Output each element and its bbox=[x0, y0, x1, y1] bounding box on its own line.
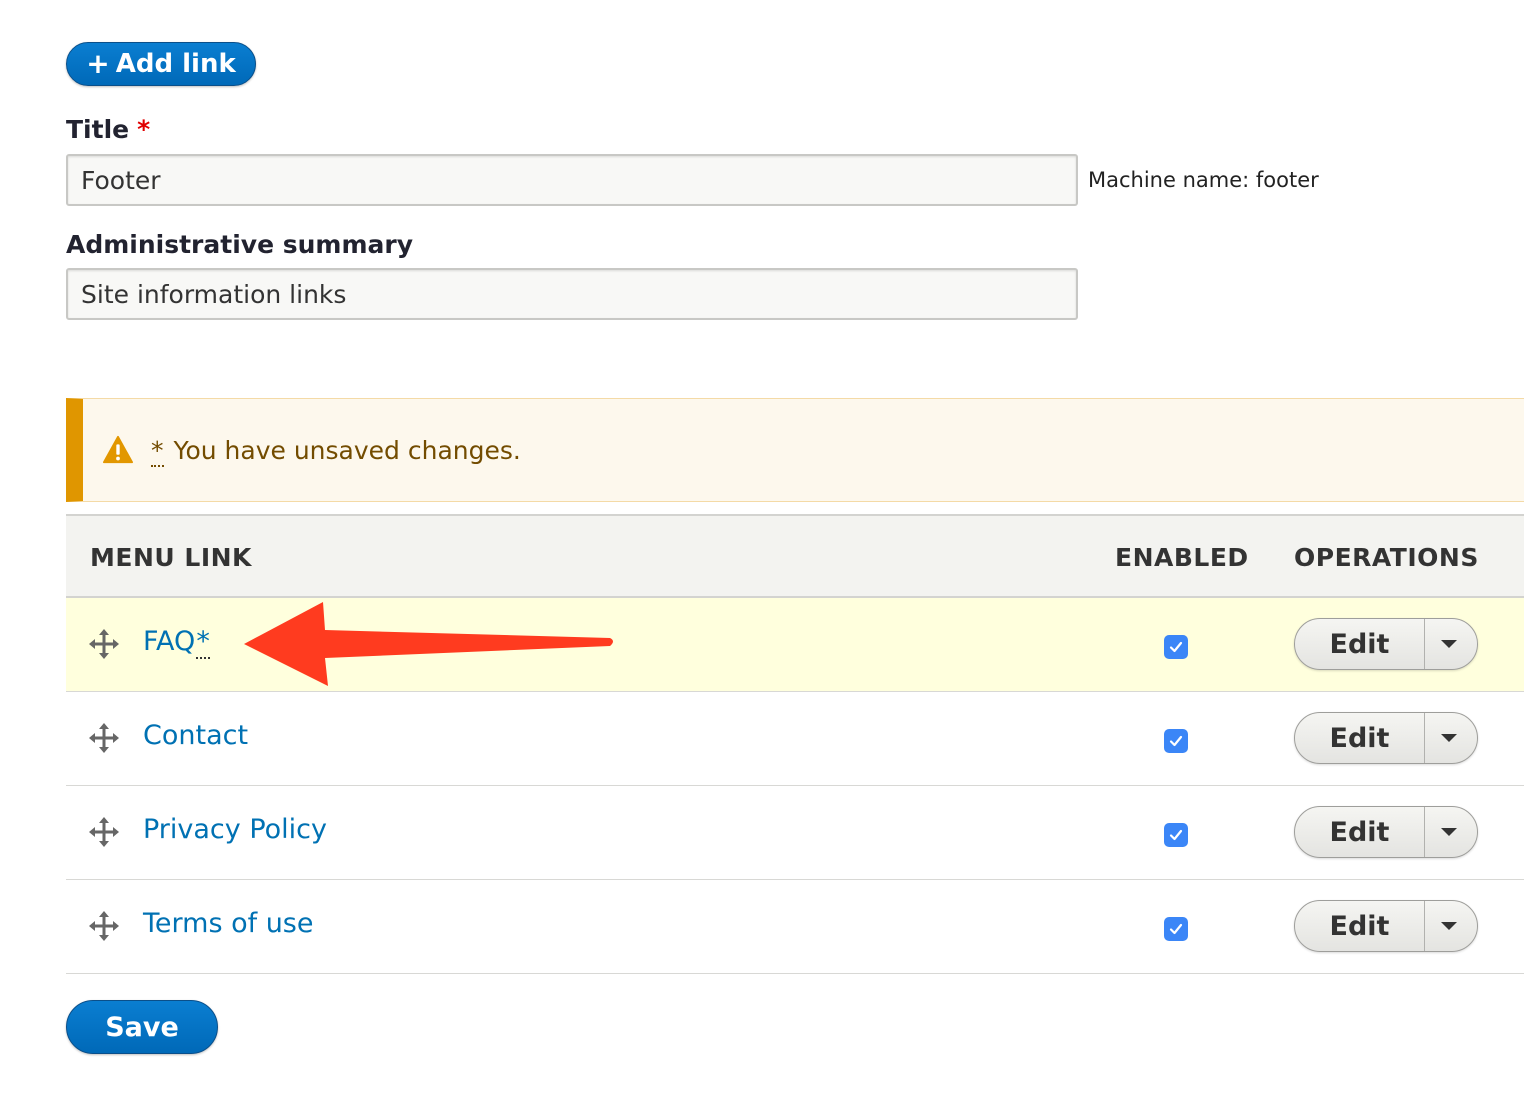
operations-toggle[interactable] bbox=[1425, 713, 1477, 763]
annotation-arrow-icon bbox=[244, 602, 613, 686]
edit-button[interactable]: Edit bbox=[1295, 901, 1425, 951]
machine-name: Machine name: footer bbox=[1088, 168, 1319, 192]
enabled-checkbox[interactable] bbox=[1164, 729, 1188, 753]
required-marker: * bbox=[137, 115, 151, 144]
menu-link-contact[interactable]: Contact bbox=[143, 720, 248, 751]
caret-down-icon bbox=[1441, 734, 1457, 742]
warning-marker: * bbox=[151, 435, 164, 467]
check-icon bbox=[1169, 735, 1183, 747]
enabled-checkbox[interactable] bbox=[1164, 823, 1188, 847]
title-input[interactable]: Footer bbox=[66, 154, 1078, 206]
changed-marker: * bbox=[196, 626, 210, 659]
operations-toggle[interactable] bbox=[1425, 807, 1477, 857]
drag-handle-icon[interactable] bbox=[88, 816, 120, 848]
menu-link-terms-of-use[interactable]: Terms of use bbox=[143, 908, 314, 939]
title-input-value: Footer bbox=[81, 165, 161, 195]
edit-button[interactable]: Edit bbox=[1295, 713, 1425, 763]
table-row: Terms of use Edit bbox=[66, 880, 1524, 974]
plus-icon: + bbox=[86, 47, 110, 80]
check-icon bbox=[1169, 923, 1183, 935]
title-label-text: Title bbox=[66, 115, 130, 144]
table-row: Privacy Policy Edit bbox=[66, 786, 1524, 880]
warning-icon bbox=[103, 435, 133, 464]
summary-label: Administrative summary bbox=[66, 230, 414, 259]
operations-toggle[interactable] bbox=[1425, 619, 1477, 669]
caret-down-icon bbox=[1441, 922, 1457, 930]
summary-input[interactable]: Site information links bbox=[66, 268, 1078, 320]
operations-toggle[interactable] bbox=[1425, 901, 1477, 951]
warning-message: * You have unsaved changes. bbox=[151, 435, 521, 467]
unsaved-changes-warning: * You have unsaved changes. bbox=[66, 398, 1524, 502]
enabled-checkbox[interactable] bbox=[1164, 917, 1188, 941]
caret-down-icon bbox=[1441, 640, 1457, 648]
enabled-checkbox[interactable] bbox=[1164, 635, 1188, 659]
table-header: MENU LINK ENABLED OPERATIONS bbox=[66, 514, 1524, 598]
operations-dropbutton: Edit bbox=[1294, 900, 1478, 952]
check-icon bbox=[1169, 829, 1183, 841]
add-link-label: Add link bbox=[115, 49, 236, 79]
menu-link-label: FAQ bbox=[143, 626, 196, 657]
operations-dropbutton: Edit bbox=[1294, 712, 1478, 764]
table-row: Contact Edit bbox=[66, 692, 1524, 786]
menu-link-faq[interactable]: FAQ* bbox=[143, 626, 210, 659]
edit-button[interactable]: Edit bbox=[1295, 619, 1425, 669]
drag-handle-icon[interactable] bbox=[88, 910, 120, 942]
save-button[interactable]: Save bbox=[66, 1000, 218, 1054]
summary-input-value: Site information links bbox=[81, 279, 347, 309]
add-link-button[interactable]: + Add link bbox=[66, 42, 256, 86]
menu-link-privacy-policy[interactable]: Privacy Policy bbox=[143, 814, 327, 845]
caret-down-icon bbox=[1441, 828, 1457, 836]
header-enabled: ENABLED bbox=[1115, 543, 1249, 572]
operations-dropbutton: Edit bbox=[1294, 618, 1478, 670]
check-icon bbox=[1169, 641, 1183, 653]
warning-text: You have unsaved changes. bbox=[173, 435, 521, 465]
header-menu-link: MENU LINK bbox=[90, 543, 252, 572]
header-operations: OPERATIONS bbox=[1294, 543, 1479, 572]
operations-dropbutton: Edit bbox=[1294, 806, 1478, 858]
drag-handle-icon[interactable] bbox=[88, 722, 120, 754]
drag-handle-icon[interactable] bbox=[88, 628, 120, 660]
edit-button[interactable]: Edit bbox=[1295, 807, 1425, 857]
title-label: Title * bbox=[66, 115, 150, 144]
